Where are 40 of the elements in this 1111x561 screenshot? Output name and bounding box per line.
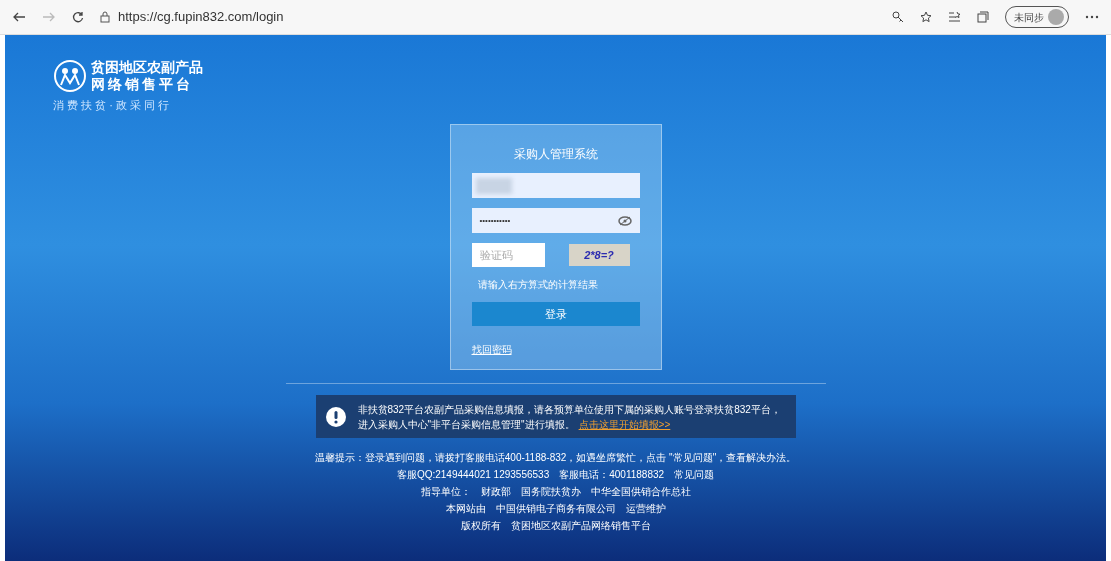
login-button[interactable]: 登录 xyxy=(471,302,640,326)
alert-icon xyxy=(325,406,346,427)
eye-icon[interactable] xyxy=(617,215,632,226)
footer-text: 常见问题 xyxy=(674,468,715,482)
footer-text: 中国供销电子商务有限公司 xyxy=(495,502,616,516)
footer-text: 运营维护 xyxy=(625,502,666,516)
address-bar[interactable]: https://cg.fupin832.com/login xyxy=(118,7,284,27)
logo-title: 网络销售平台 xyxy=(91,76,194,93)
footer-text: 贫困地区农副产品网络销售平台 xyxy=(510,519,651,533)
notice-link[interactable]: 点击这里开始填报>> xyxy=(578,416,671,432)
collections-icon[interactable] xyxy=(977,11,989,23)
lock-icon xyxy=(100,11,110,23)
username-field[interactable] xyxy=(471,173,640,198)
footer-text: 版权所有 xyxy=(460,519,501,533)
login-title: 采购人管理系统 xyxy=(513,146,598,163)
captcha-image: 2*8=? xyxy=(568,244,630,266)
logo-icon xyxy=(53,59,87,93)
star-icon[interactable] xyxy=(920,11,932,23)
captcha-hint: 请输入右方算式的计算结果 xyxy=(476,278,599,292)
logo-slogan: 消 费 扶 贫 · 政 采 同 行 xyxy=(53,98,171,113)
captcha-field[interactable]: 验证码 xyxy=(471,243,545,267)
password-field[interactable]: ••••••••••• xyxy=(471,208,640,233)
footer-text: 国务院扶贫办 xyxy=(520,485,581,499)
notice-text: 进入采购人中心"非平台采购信息管理"进行填报。 xyxy=(357,417,575,432)
footer-text: 指导单位： xyxy=(420,485,471,499)
refresh-icon[interactable] xyxy=(72,11,84,23)
blurred-username xyxy=(475,177,512,194)
footer-text: 客服QQ:2149444021 1293556533 xyxy=(396,468,550,482)
back-icon[interactable] xyxy=(12,12,26,22)
notice-text: 非扶贫832平台农副产品采购信息填报，请各预算单位使用下属的采购人账号登录扶贫832平台， xyxy=(357,402,781,417)
footer-text: 财政部 xyxy=(480,485,511,499)
footer-text: 客服电话：4001188832 xyxy=(559,468,665,482)
footer-text: 中华全国供销合作总社 xyxy=(590,485,691,499)
footer-text: 温馨提示：登录遇到问题，请拨打客服电话400-1188-832，如遇坐席繁忙，点击 "常见问题"，查看解决办法。 xyxy=(314,451,797,465)
logo-title: 贫困地区农副产品 xyxy=(91,59,203,76)
favorites-icon[interactable] xyxy=(948,11,961,23)
key-icon[interactable] xyxy=(892,11,904,23)
footer-text: 本网站由 xyxy=(445,502,486,516)
avatar-icon xyxy=(1048,9,1064,25)
more-icon[interactable] xyxy=(1085,15,1099,19)
